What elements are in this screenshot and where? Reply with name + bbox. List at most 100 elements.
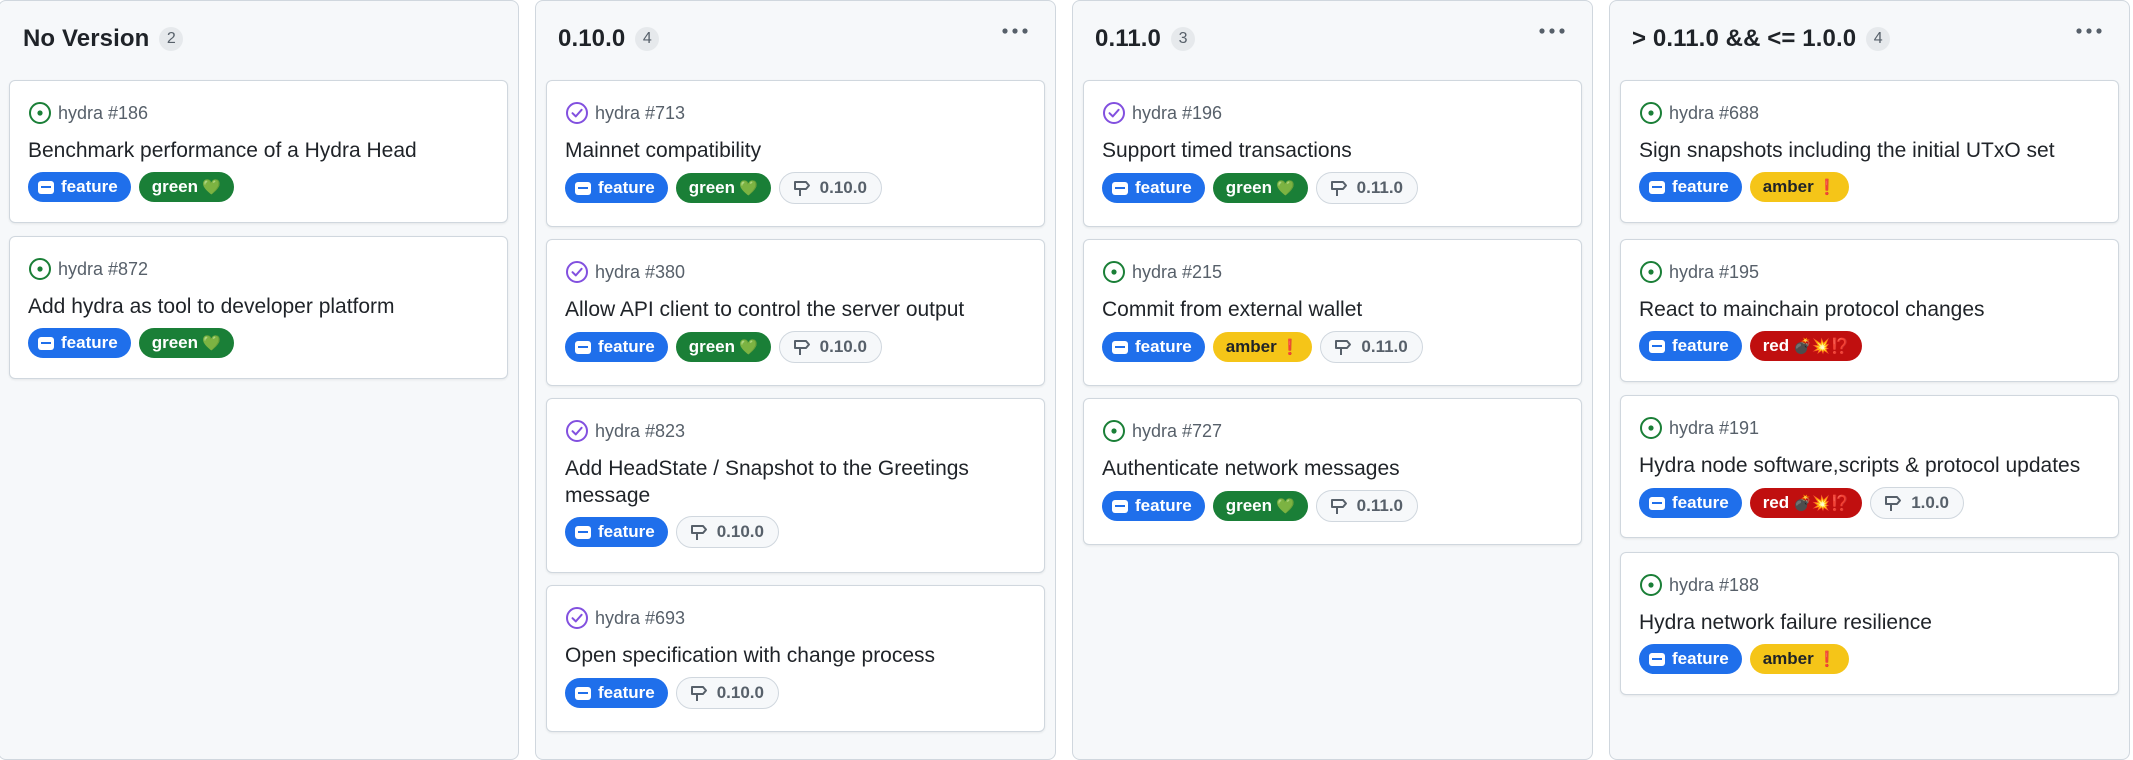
issue-number[interactable]: hydra #196: [1132, 103, 1222, 124]
label-feature[interactable]: feature: [1639, 488, 1742, 518]
label-amber[interactable]: amber ❗: [1749, 644, 1850, 674]
milestone-icon: [1885, 496, 1902, 511]
board-column: > 0.11.0 && <= 1.0.0 4 hydra #688 Sign snap…: [1609, 0, 2130, 760]
label-name: amber: [1762, 649, 1814, 668]
issue-title[interactable]: Benchmark performance of a Hydra Head: [28, 137, 489, 164]
label-feature[interactable]: feature: [1639, 172, 1742, 202]
issue-reference: hydra #186: [28, 101, 148, 125]
issue-title[interactable]: Add HeadState / Snapshot to the Greeting…: [565, 455, 1026, 509]
issue-title[interactable]: Allow API client to control the server o…: [565, 296, 1026, 323]
label-feature[interactable]: feature: [565, 173, 668, 203]
label-feature[interactable]: feature: [1102, 173, 1205, 203]
label-feature[interactable]: feature: [565, 678, 668, 708]
milestone-token[interactable]: 0.11.0: [1320, 331, 1423, 363]
issue-card[interactable]: hydra #727 Authenticate network messages f…: [1083, 398, 1582, 545]
issue-open-icon: [1639, 416, 1663, 440]
label-name: feature: [1135, 178, 1192, 197]
issue-title[interactable]: Hydra node software,scripts & protocol u…: [1639, 452, 2100, 479]
milestone-icon: [1330, 181, 1347, 196]
label-feature[interactable]: feature: [565, 517, 668, 547]
milestone-name: 0.10.0: [716, 683, 764, 702]
milestone-token[interactable]: 1.0.0: [1870, 487, 1964, 519]
issue-number[interactable]: hydra #693: [595, 608, 685, 629]
issue-reference: hydra #191: [1639, 416, 1759, 440]
issue-open-icon: [1102, 419, 1126, 443]
kebab-horizontal-icon[interactable]: [1538, 17, 1566, 37]
issue-labels: feature green 💚 0.10.0: [565, 331, 882, 363]
issue-open-icon: [1102, 260, 1126, 284]
label-emoji: ❗: [1817, 179, 1837, 196]
label-feature[interactable]: feature: [1639, 331, 1742, 361]
label-feature[interactable]: feature: [28, 172, 131, 202]
comment-icon: [38, 180, 54, 194]
milestone-icon: [690, 686, 707, 701]
label-feature[interactable]: feature: [565, 332, 668, 362]
issue-number[interactable]: hydra #823: [595, 421, 685, 442]
label-red[interactable]: red 💣💥⁉️: [1749, 488, 1863, 518]
label-feature[interactable]: feature: [28, 328, 131, 358]
issue-open-icon: [28, 257, 52, 281]
label-amber[interactable]: amber ❗: [1749, 172, 1850, 202]
issue-title[interactable]: Add hydra as tool to developer platform: [28, 293, 489, 320]
milestone-name: 0.10.0: [716, 522, 764, 541]
issue-number[interactable]: hydra #380: [595, 262, 685, 283]
issue-title[interactable]: Open specification with change process: [565, 642, 1026, 669]
milestone-token[interactable]: 0.11.0: [1315, 490, 1418, 522]
kebab-horizontal-icon[interactable]: [2075, 17, 2103, 37]
label-name: green: [151, 333, 198, 352]
issue-card[interactable]: hydra #823 Add HeadState / Snapshot to th…: [546, 398, 1045, 573]
milestone-token[interactable]: 0.10.0: [675, 516, 779, 548]
issue-number[interactable]: hydra #186: [58, 103, 148, 124]
issue-title[interactable]: Authenticate network messages: [1102, 455, 1563, 482]
issue-card[interactable]: hydra #195 React to mainchain protocol ch…: [1620, 239, 2119, 382]
issue-card[interactable]: hydra #196 Support timed transactions feat…: [1083, 80, 1582, 227]
label-amber[interactable]: amber ❗: [1212, 332, 1313, 362]
issue-number[interactable]: hydra #872: [58, 259, 148, 280]
issue-title[interactable]: Hydra network failure resilience: [1639, 609, 2100, 636]
label-green[interactable]: green 💚: [138, 172, 234, 202]
issue-card[interactable]: hydra #713 Mainnet compatibility feature gr…: [546, 80, 1045, 227]
label-feature[interactable]: feature: [1639, 644, 1742, 674]
milestone-token[interactable]: 0.10.0: [778, 172, 882, 204]
issue-number[interactable]: hydra #195: [1669, 262, 1759, 283]
issue-card[interactable]: hydra #872 Add hydra as tool to developer…: [9, 236, 508, 379]
issue-title[interactable]: Support timed transactions: [1102, 137, 1563, 164]
column-title: > 0.11.0 && <= 1.0.0: [1632, 25, 1857, 52]
label-name: red: [1762, 336, 1790, 355]
kebab-horizontal-icon[interactable]: [1001, 17, 1029, 37]
milestone-token[interactable]: 0.10.0: [778, 331, 882, 363]
issue-card[interactable]: hydra #188 Hydra network failure resilien…: [1620, 552, 2119, 695]
issue-title[interactable]: React to mainchain protocol changes: [1639, 296, 2100, 323]
label-emoji: 💚: [1275, 180, 1295, 197]
issue-number[interactable]: hydra #215: [1132, 262, 1222, 283]
milestone-token[interactable]: 0.10.0: [675, 677, 779, 709]
label-name: feature: [1672, 649, 1729, 668]
label-feature[interactable]: feature: [1102, 491, 1205, 521]
label-green[interactable]: green 💚: [1212, 173, 1308, 203]
label-name: green: [1225, 496, 1272, 515]
label-green[interactable]: green 💚: [675, 173, 771, 203]
issue-card[interactable]: hydra #191 Hydra node software,scripts & …: [1620, 395, 2119, 538]
issue-card[interactable]: hydra #186 Benchmark performance of a Hyd…: [9, 80, 508, 223]
issue-card[interactable]: hydra #693 Open specification with change…: [546, 585, 1045, 732]
label-emoji: 💚: [201, 179, 221, 196]
label-green[interactable]: green 💚: [138, 328, 234, 358]
label-feature[interactable]: feature: [1102, 332, 1205, 362]
label-green[interactable]: green 💚: [675, 332, 771, 362]
issue-title[interactable]: Sign snapshots including the initial UTx…: [1639, 137, 2100, 164]
label-green[interactable]: green 💚: [1212, 491, 1308, 521]
issue-labels: feature green 💚 0.10.0: [565, 172, 882, 204]
issue-number[interactable]: hydra #688: [1669, 103, 1759, 124]
label-red[interactable]: red 💣💥⁉️: [1749, 331, 1863, 361]
issue-number[interactable]: hydra #188: [1669, 575, 1759, 596]
issue-number[interactable]: hydra #727: [1132, 421, 1222, 442]
issue-number[interactable]: hydra #713: [595, 103, 685, 124]
issue-card[interactable]: hydra #688 Sign snapshots including the i…: [1620, 80, 2119, 223]
issue-card[interactable]: hydra #215 Commit from external wallet fea…: [1083, 239, 1582, 386]
issue-number[interactable]: hydra #191: [1669, 418, 1759, 439]
milestone-token[interactable]: 0.11.0: [1315, 172, 1418, 204]
label-name: feature: [598, 683, 655, 702]
issue-card[interactable]: hydra #380 Allow API client to control th…: [546, 239, 1045, 386]
issue-title[interactable]: Commit from external wallet: [1102, 296, 1563, 323]
issue-title[interactable]: Mainnet compatibility: [565, 137, 1026, 164]
